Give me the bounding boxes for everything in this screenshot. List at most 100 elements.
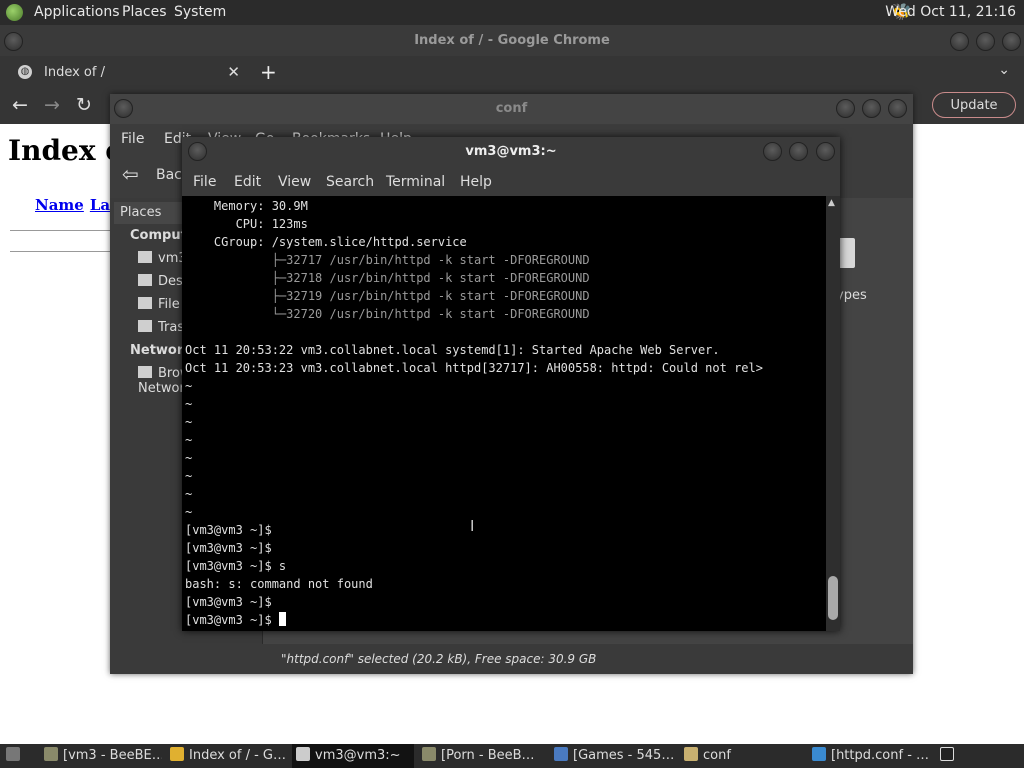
- minimize-button[interactable]: [763, 142, 782, 161]
- taskbar-item[interactable]: [Porn - BeeB…: [418, 744, 546, 768]
- terminal-line: [vm3@vm3 ~]$: [185, 541, 272, 555]
- home-icon: [138, 251, 152, 263]
- chevron-down-icon[interactable]: ⌄: [998, 62, 1010, 78]
- terminal-line: Oct 11 20:53:23 vm3.collabnet.local http…: [185, 361, 763, 375]
- status-text: "httpd.conf" selected (20.2 kB), Free sp…: [281, 652, 597, 666]
- terminal-line: ├─32718 /usr/bin/httpd -k start -DFOREGR…: [185, 271, 590, 285]
- sidebar-item-home[interactable]: vm3: [138, 251, 187, 266]
- maximize-button[interactable]: [862, 99, 881, 118]
- chrome-icon: [170, 747, 184, 761]
- maximize-button[interactable]: [976, 32, 995, 51]
- close-button[interactable]: [816, 142, 835, 161]
- scroll-up-icon[interactable]: ▲: [828, 198, 835, 208]
- terminal-scrollbar[interactable]: ▲: [826, 196, 840, 631]
- terminal-line: ├─32717 /usr/bin/httpd -k start -DFOREGR…: [185, 253, 590, 267]
- update-button[interactable]: Update: [932, 92, 1016, 118]
- file-manager-titlebar: conf: [110, 94, 913, 124]
- terminal-line: ~: [185, 379, 193, 393]
- divider: [10, 251, 110, 252]
- tab-title: Index of /: [44, 65, 105, 80]
- file-label: ypes: [836, 288, 867, 303]
- taskbar-item-label: vm3@vm3:~: [315, 748, 401, 763]
- name-column-link[interactable]: Name: [35, 196, 84, 214]
- terminal-menubar: File Edit View Search Terminal Help: [182, 167, 840, 196]
- terminal-line: ~: [185, 451, 193, 465]
- terminal-line: ~: [185, 397, 193, 411]
- taskbar-item-label: [httpd.conf - …: [831, 748, 930, 763]
- menu-file[interactable]: File: [193, 174, 216, 190]
- close-button[interactable]: [888, 99, 907, 118]
- new-tab-button[interactable]: +: [260, 60, 277, 84]
- divider: [10, 230, 110, 231]
- terminal-line: [vm3@vm3 ~]$: [185, 611, 826, 629]
- menu-places[interactable]: Places: [122, 4, 167, 20]
- menu-terminal[interactable]: Terminal: [386, 174, 445, 190]
- desktop-icon: [138, 274, 152, 286]
- drive-icon: [138, 297, 152, 309]
- terminal-line: └─32720 /usr/bin/httpd -k start -DFOREGR…: [185, 307, 590, 321]
- taskbar-item[interactable]: [httpd.conf - …: [808, 744, 932, 768]
- distro-logo-icon[interactable]: [6, 4, 23, 21]
- taskbar-item-label: [vm3 - BeeBE…: [63, 748, 162, 763]
- taskbar-item[interactable]: vm3@vm3:~: [292, 744, 414, 768]
- terminal-line: ~: [185, 487, 193, 501]
- terminal-lines: Memory: 30.9M CPU: 123ms CGroup: /system…: [185, 196, 826, 629]
- terminal-titlebar: vm3@vm3:~: [182, 137, 840, 167]
- taskbar-item-label: [Games - 545…: [573, 748, 674, 763]
- chrome-tabbar: ◍ Index of / ✕ + ⌄: [0, 56, 1024, 88]
- terminal-window: vm3@vm3:~ File Edit View Search Terminal…: [182, 137, 840, 631]
- back-arrow-icon[interactable]: ⇦: [122, 162, 139, 186]
- maximize-button[interactable]: [789, 142, 808, 161]
- menu-help[interactable]: Help: [460, 174, 492, 190]
- terminal-line: ~: [185, 505, 193, 519]
- taskbar: [vm3 - BeeBE… Index of / - G… vm3@vm3:~ [Po…: [0, 744, 1024, 768]
- file-manager-title: conf: [495, 101, 528, 116]
- minimize-button[interactable]: [950, 32, 969, 51]
- menu-file[interactable]: File: [121, 131, 144, 147]
- minimize-button[interactable]: [836, 99, 855, 118]
- terminal-line: [vm3@vm3 ~]$: [185, 595, 272, 609]
- menu-applications[interactable]: Applications: [34, 4, 120, 20]
- reload-icon[interactable]: ↻: [76, 94, 92, 116]
- taskbar-item[interactable]: Index of / - G…: [166, 744, 288, 768]
- show-desktop-button[interactable]: [2, 744, 24, 768]
- status-bar: "httpd.conf" selected (20.2 kB), Free sp…: [110, 644, 913, 674]
- back-arrow-icon[interactable]: ←: [12, 94, 28, 116]
- taskbar-item[interactable]: [Games - 545…: [550, 744, 674, 768]
- workspace-switcher[interactable]: [936, 744, 958, 768]
- tab-close-icon[interactable]: ✕: [227, 63, 240, 81]
- terminal-line: Oct 11 20:53:22 vm3.collabnet.local syst…: [185, 343, 720, 357]
- terminal-cursor: [278, 612, 286, 626]
- menu-system[interactable]: System: [174, 4, 226, 20]
- terminal-line: ├─32719 /usr/bin/httpd -k start -DFOREGR…: [185, 289, 590, 303]
- taskbar-item-label: Index of / - G…: [189, 748, 286, 763]
- taskbar-item-label: conf: [703, 748, 731, 763]
- close-button[interactable]: [1002, 32, 1021, 51]
- terminal-line: CPU: 123ms: [185, 217, 308, 231]
- terminal-line: [vm3@vm3 ~]$: [185, 523, 272, 537]
- forward-arrow-icon[interactable]: →: [44, 94, 60, 116]
- menu-edit[interactable]: Edit: [234, 174, 261, 190]
- page-title: Index o: [8, 134, 124, 167]
- editor-icon: [812, 747, 826, 761]
- terminal-line: Memory: 30.9M: [185, 199, 308, 213]
- app-icon: [422, 747, 436, 761]
- taskbar-item[interactable]: [vm3 - BeeBE…: [40, 744, 162, 768]
- scrollbar-thumb[interactable]: [828, 576, 838, 620]
- terminal-output[interactable]: Memory: 30.9M CPU: 123ms CGroup: /system…: [185, 196, 826, 631]
- terminal-line: ~: [185, 433, 193, 447]
- ibeam-cursor-icon: I: [470, 517, 475, 535]
- network-icon: [138, 366, 152, 378]
- browser-tab[interactable]: ◍ Index of / ✕: [10, 58, 246, 88]
- terminal-icon: [296, 747, 310, 761]
- taskbar-item[interactable]: conf: [680, 744, 804, 768]
- taskbar-item-label: [Porn - BeeB…: [441, 748, 535, 763]
- menu-search[interactable]: Search: [326, 174, 374, 190]
- clock[interactable]: Wed Oct 11, 21:16: [885, 4, 1016, 20]
- menu-view[interactable]: View: [278, 174, 311, 190]
- terminal-line: bash: s: command not found: [185, 577, 373, 591]
- globe-icon: ◍: [18, 65, 32, 79]
- terminal-line: [vm3@vm3 ~]$ s: [185, 559, 287, 573]
- app-icon: [554, 747, 568, 761]
